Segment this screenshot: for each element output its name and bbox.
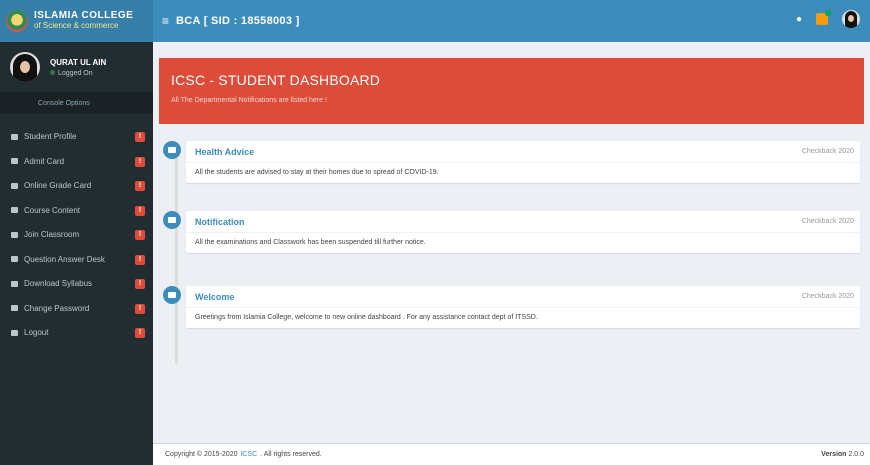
menu-item-icon <box>11 280 18 287</box>
menu-item-icon <box>11 305 18 311</box>
sidebar-item-label: Logout <box>24 328 49 337</box>
footer: Copyright © 2015-2020 ICSC . All rights … <box>153 443 870 465</box>
sidebar-item-label: Online Grade Card <box>24 181 92 190</box>
timeline-title[interactable]: Notification <box>195 217 245 227</box>
timeline-time: Checkback 2020 <box>801 218 854 225</box>
user-info: QURAT UL AIN Logged On <box>50 58 106 77</box>
course-title: BCA [ SID : 18558003 ] <box>176 15 300 27</box>
envelope-icon <box>163 141 181 159</box>
user-status-text: Logged On <box>58 69 93 77</box>
main-content: ICSC - STUDENT DASHBOARD All The Departm… <box>153 42 870 443</box>
top-navbar: ≡ BCA [ SID : 18558003 ] ● <box>153 0 870 42</box>
version-label: Version <box>821 451 847 458</box>
user-name: QURAT UL AIN <box>50 57 107 67</box>
logo-line2: of Science & commerce <box>34 21 119 30</box>
menu-item-icon <box>11 231 18 238</box>
sidebar: ISLAMIA COLLEGE of Science & commerce QU… <box>0 0 153 465</box>
sidebar-item-question-answer-desk[interactable]: Question Answer Desk! <box>0 248 153 271</box>
timeline-time: Checkback 2020 <box>801 148 854 155</box>
bell-icon[interactable]: ● <box>796 14 802 25</box>
flag-icon[interactable] <box>816 10 831 25</box>
alert-badge: ! <box>135 328 145 338</box>
sidebar-item-course-content[interactable]: Course Content! <box>0 199 153 222</box>
timeline-item-welcome: Welcome Checkback 2020 Greetings from Is… <box>163 286 860 328</box>
user-status: Logged On <box>50 69 106 77</box>
page-title: ICSC - STUDENT DASHBOARD <box>171 72 381 88</box>
sidebar-item-download-syllabus[interactable]: Download Syllabus! <box>0 272 153 295</box>
envelope-icon <box>163 211 181 229</box>
sidebar-item-label: Admit Card <box>24 156 65 166</box>
menu-item-icon <box>11 133 18 140</box>
sidebar-item-online-grade-card[interactable]: Online Grade Card! <box>0 174 153 197</box>
dashboard-header: ICSC - STUDENT DASHBOARD All The Departm… <box>159 58 864 124</box>
copyright-suffix: . All rights reserved. <box>260 451 322 458</box>
alert-badge: ! <box>135 132 145 142</box>
sidebar-item-label: Student Profile <box>24 132 77 141</box>
alert-badge: ! <box>135 205 145 216</box>
timeline-header: Notification Checkback 2020 <box>186 211 860 233</box>
timeline-line <box>175 142 178 364</box>
user-panel: QURAT UL AIN Logged On <box>0 42 153 92</box>
alert-badge: ! <box>135 279 145 289</box>
timeline-header: Health Advice Checkback 2020 <box>186 141 860 163</box>
sidebar-item-label: Join Classroom <box>24 230 80 239</box>
sidebar-item-label: Download Syllabus <box>24 279 93 288</box>
alert-badge: ! <box>135 181 145 191</box>
timeline-time: Checkback 2020 <box>801 293 854 300</box>
online-dot-icon <box>50 69 55 75</box>
alert-badge: ! <box>135 230 145 240</box>
sidebar-item-change-password[interactable]: Change Password! <box>0 297 153 320</box>
menu-toggle-icon[interactable]: ≡ <box>162 14 169 28</box>
timeline-body: All the students are advised to stay at … <box>195 169 439 176</box>
sidebar-item-join-classroom[interactable]: Join Classroom! <box>0 223 153 246</box>
timeline-header: Welcome Checkback 2020 <box>186 286 860 308</box>
logo-text: ISLAMIA COLLEGE of Science & commerce <box>34 11 133 31</box>
sidebar-item-logout[interactable]: Logout! <box>0 321 153 344</box>
college-emblem-icon <box>6 10 28 32</box>
college-logo[interactable]: ISLAMIA COLLEGE of Science & commerce <box>0 0 153 42</box>
logo-line1: ISLAMIA COLLEGE <box>34 10 134 21</box>
menu-item-icon <box>11 256 18 262</box>
menu-item-icon <box>11 207 18 213</box>
sidebar-item-label: Question Answer Desk <box>24 254 105 264</box>
sidebar-item-student-profile[interactable]: Student Profile! <box>0 125 153 148</box>
sidebar-item-admit-card[interactable]: Admit Card! <box>0 150 153 173</box>
sidebar-menu: Student Profile! Admit Card! Online Grad… <box>0 125 153 344</box>
menu-item-icon <box>11 158 18 164</box>
navbar-user-avatar[interactable] <box>842 10 860 28</box>
page-subtitle: All The Departmental Notifications are l… <box>171 97 327 104</box>
version-number: 2.0.0 <box>848 451 864 458</box>
alert-badge: ! <box>135 254 145 265</box>
alert-badge: ! <box>135 303 145 314</box>
timeline-body: Greetings from Islamia College, welcome … <box>195 314 538 321</box>
timeline-item-health-advice: Health Advice Checkback 2020 All the stu… <box>163 141 860 183</box>
timeline-title[interactable]: Welcome <box>195 292 234 302</box>
timeline-body: All the examinations and Classwork has b… <box>195 239 426 246</box>
sidebar-item-label: Change Password <box>24 303 90 313</box>
icsc-link[interactable]: ICSC <box>240 451 257 458</box>
menu-item-icon <box>11 182 18 189</box>
user-avatar <box>10 52 40 82</box>
menu-item-icon <box>11 329 18 336</box>
copyright-text: Copyright © 2015-2020 <box>165 451 238 458</box>
version-info: Version 2.0.0 <box>821 451 864 458</box>
navbar-icons: ● <box>796 10 860 28</box>
timeline-title[interactable]: Health Advice <box>195 147 254 157</box>
sidebar-item-label: Course Content <box>24 205 81 215</box>
envelope-icon <box>163 286 181 304</box>
timeline-item-notification: Notification Checkback 2020 All the exam… <box>163 211 860 253</box>
console-options-header: Console Options <box>0 92 153 114</box>
alert-badge: ! <box>135 156 145 167</box>
